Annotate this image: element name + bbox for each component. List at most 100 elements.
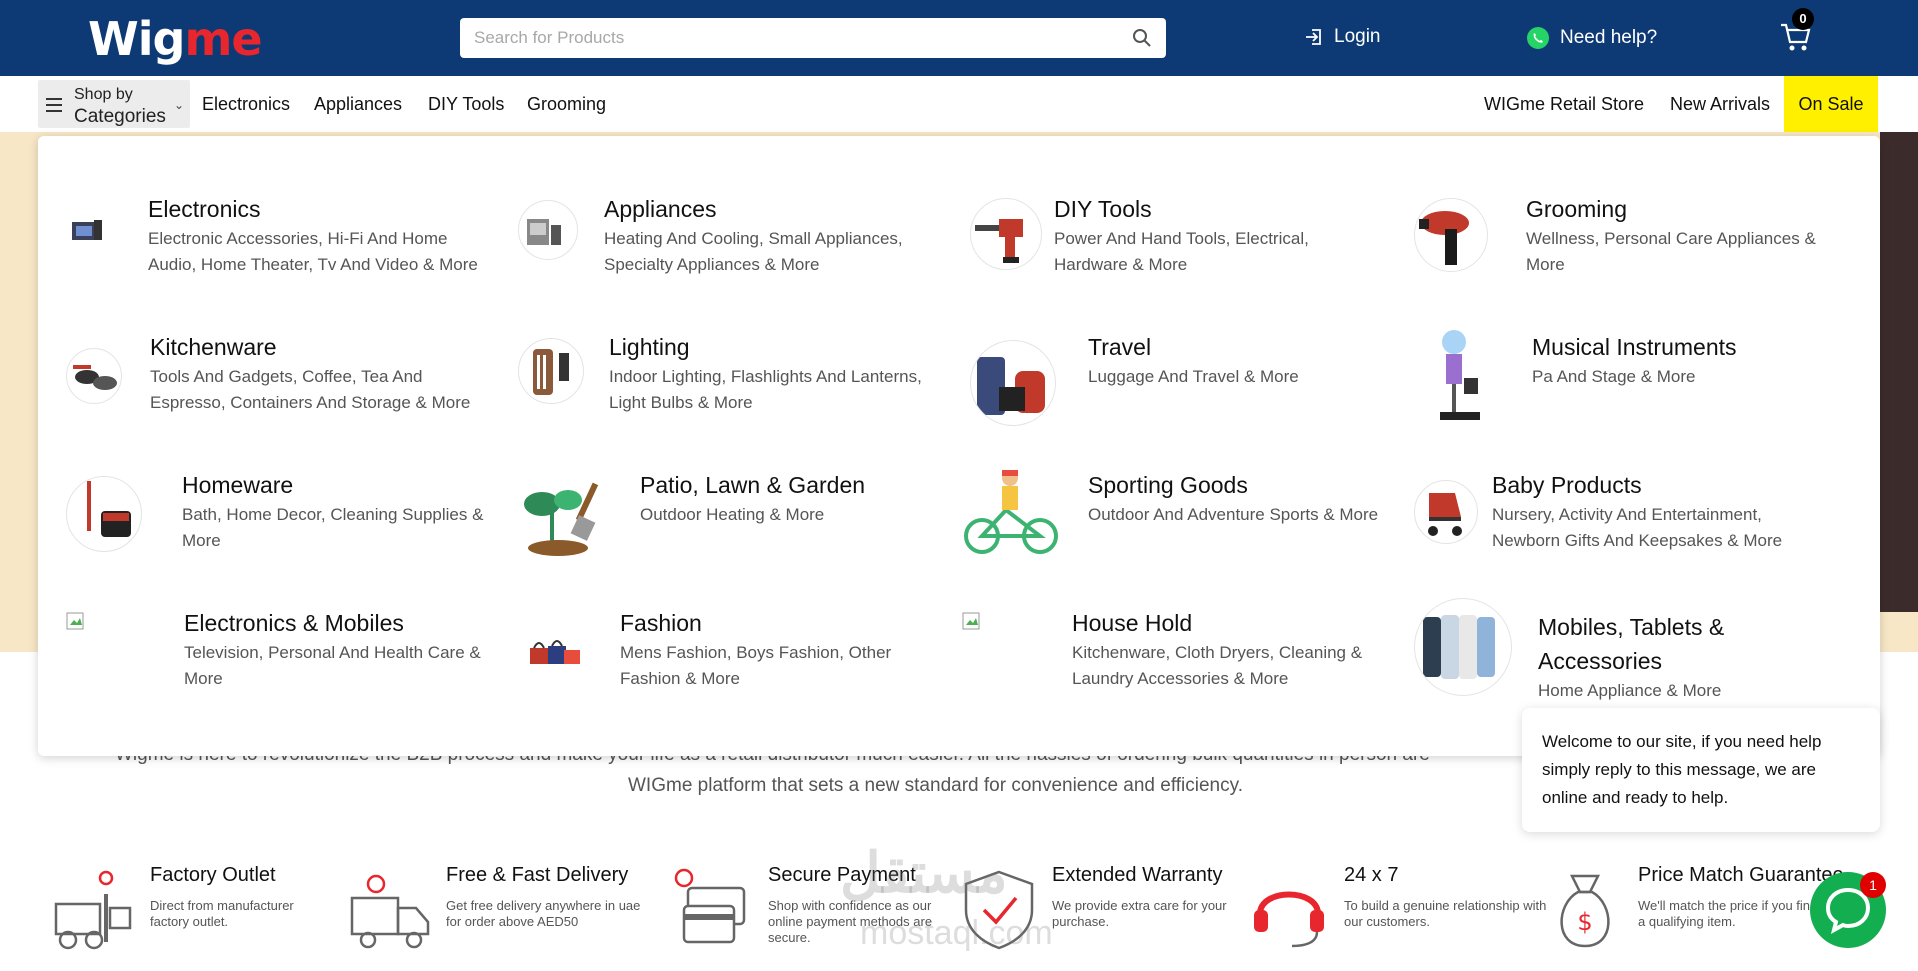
category-description: Nursery, Activity And Entertainment, New… bbox=[1492, 505, 1783, 550]
feature-description: To build a genuine relationship with our… bbox=[1344, 898, 1547, 929]
category-description: Indoor Lighting, Flashlights And Lantern… bbox=[609, 367, 922, 412]
category-title: Sporting Goods bbox=[1088, 472, 1248, 498]
top-header: Wigme Login Need help? 0 bbox=[0, 0, 1918, 76]
category-electronics-mobiles[interactable]: Electronics & Mobiles Television, Person… bbox=[66, 604, 546, 714]
luggage-icon bbox=[970, 340, 1056, 426]
category-baby-products[interactable]: Baby Products Nursery, Activity And Ente… bbox=[1414, 466, 1874, 576]
watermark-arabic: مستقل bbox=[840, 841, 1008, 904]
cart-count-badge: 0 bbox=[1792, 8, 1814, 30]
chat-notification-badge: 1 bbox=[1860, 872, 1886, 898]
category-title: Appliances bbox=[604, 196, 717, 222]
login-link[interactable]: Login bbox=[1304, 26, 1381, 48]
page: { "header": { "logo_part1": "Wig", "logo… bbox=[0, 0, 1918, 971]
svg-text:$: $ bbox=[1577, 908, 1592, 936]
chevron-down-icon: ⌄ bbox=[173, 98, 184, 112]
search-input[interactable] bbox=[460, 18, 1100, 58]
categories-label: Categories bbox=[74, 106, 166, 127]
category-description: Wellness, Personal Care Appliances & Mor… bbox=[1526, 229, 1816, 274]
category-description: Electronic Accessories, Hi-Fi And Home A… bbox=[148, 229, 478, 274]
electronics-icon bbox=[66, 190, 148, 272]
shop-by-categories-button[interactable]: Shop by Categories ⌄ bbox=[38, 80, 190, 128]
category-sporting-goods[interactable]: Sporting Goods Outdoor And Adventure Spo… bbox=[962, 466, 1402, 576]
hair-dryer-icon bbox=[1414, 198, 1488, 272]
category-lighting[interactable]: Lighting Indoor Lighting, Flashlights An… bbox=[518, 328, 958, 438]
shop-by-label: Shop by bbox=[74, 86, 133, 103]
category-description: Pa And Stage & More bbox=[1532, 367, 1696, 386]
handbags-icon bbox=[528, 634, 584, 674]
category-title: Mobiles, Tablets & Accessories bbox=[1538, 614, 1725, 674]
feature-description: Get free delivery anywhere in uae for or… bbox=[446, 898, 641, 929]
category-fashion[interactable]: Fashion Mens Fashion, Boys Fashion, Othe… bbox=[528, 604, 968, 714]
appliances-icon bbox=[518, 200, 578, 260]
truck-icon bbox=[350, 874, 430, 949]
whatsapp-icon bbox=[1527, 27, 1549, 49]
category-title: House Hold bbox=[1072, 610, 1193, 636]
search-bar bbox=[460, 18, 1166, 58]
feature-description: We'll match the price if you find a qual… bbox=[1638, 898, 1818, 929]
category-description: Bath, Home Decor, Cleaning Supplies & Mo… bbox=[182, 505, 484, 550]
category-description: Outdoor Heating & More bbox=[640, 505, 825, 524]
category-title: Baby Products bbox=[1492, 472, 1642, 498]
category-electronics[interactable]: Electronics Electronic Accessories, Hi-F… bbox=[66, 190, 506, 300]
login-icon bbox=[1306, 29, 1321, 45]
category-title: Fashion bbox=[620, 610, 702, 636]
watermark-url: mostaql.com bbox=[860, 914, 1053, 952]
kitchenware-icon bbox=[66, 348, 122, 404]
hero-banner-edge bbox=[1880, 132, 1918, 612]
category-description: Heating And Cooling, Small Appliances, S… bbox=[604, 229, 903, 274]
login-label: Login bbox=[1334, 26, 1381, 47]
broken-image-icon bbox=[962, 612, 982, 632]
feature-title: Free & Fast Delivery bbox=[446, 864, 629, 886]
smartphones-icon bbox=[1414, 598, 1512, 696]
category-title: Musical Instruments bbox=[1532, 334, 1737, 360]
feature-description: Direct from manufacturer factory outlet. bbox=[150, 898, 294, 929]
search-icon[interactable] bbox=[1132, 28, 1152, 48]
category-grooming[interactable]: Grooming Wellness, Personal Care Applian… bbox=[1414, 190, 1854, 300]
nav-link-appliances[interactable]: Appliances bbox=[314, 94, 402, 115]
category-kitchenware[interactable]: Kitchenware Tools And Gadgets, Coffee, T… bbox=[66, 328, 506, 438]
chat-welcome-bubble[interactable]: Welcome to our site, if you need help si… bbox=[1522, 708, 1880, 832]
money-bag-icon: $ bbox=[1560, 874, 1610, 948]
nav-link-diy-tools[interactable]: DIY Tools bbox=[428, 94, 504, 115]
category-description: Home Appliance & More bbox=[1538, 681, 1722, 700]
bicycle-icon bbox=[962, 466, 1062, 560]
category-title: Lighting bbox=[609, 334, 690, 360]
category-nav-bar: Shop by Categories ⌄ Electronics Applian… bbox=[0, 76, 1918, 132]
feature-title: Extended Warranty bbox=[1052, 864, 1223, 886]
broken-image-icon bbox=[66, 612, 86, 632]
drill-icon bbox=[970, 198, 1042, 270]
forklift-icon bbox=[54, 870, 132, 950]
category-description: Power And Hand Tools, Electrical, Hardwa… bbox=[1054, 229, 1309, 274]
wigme-logo[interactable]: Wigme bbox=[88, 12, 263, 66]
credit-card-icon bbox=[674, 868, 746, 944]
intro-text-line2: WIGme platform that sets a new standard … bbox=[628, 775, 1243, 796]
category-house-hold[interactable]: House Hold Kitchenware, Cloth Dryers, Cl… bbox=[962, 604, 1402, 714]
category-patio-lawn-garden[interactable]: Patio, Lawn & Garden Outdoor Heating & M… bbox=[518, 466, 958, 576]
category-description: Tools And Gadgets, Coffee, Tea And Espre… bbox=[150, 367, 471, 412]
mop-bucket-icon bbox=[66, 476, 142, 552]
need-help-link[interactable]: Need help? bbox=[1526, 26, 1657, 50]
category-title: Grooming bbox=[1526, 196, 1627, 222]
garden-icon bbox=[518, 474, 612, 558]
lighting-icon bbox=[518, 338, 584, 404]
category-travel[interactable]: Travel Luggage And Travel & More bbox=[970, 328, 1410, 438]
category-description: Luggage And Travel & More bbox=[1088, 367, 1299, 386]
nav-link-retail-store[interactable]: WIGme Retail Store bbox=[1484, 94, 1644, 115]
category-title: Electronics bbox=[148, 196, 261, 222]
nav-link-new-arrivals[interactable]: New Arrivals bbox=[1670, 94, 1770, 115]
category-musical-instruments[interactable]: Musical Instruments Pa And Stage & More bbox=[1414, 328, 1854, 438]
category-title: Homeware bbox=[182, 472, 294, 498]
nav-link-grooming[interactable]: Grooming bbox=[527, 94, 606, 115]
headset-icon bbox=[1254, 891, 1324, 948]
stroller-icon bbox=[1414, 480, 1478, 544]
nav-link-electronics[interactable]: Electronics bbox=[202, 94, 290, 115]
feature-description: We provide extra care for your purchase. bbox=[1052, 898, 1227, 929]
hamburger-menu-icon bbox=[46, 98, 62, 112]
category-diy-tools[interactable]: DIY Tools Power And Hand Tools, Electric… bbox=[970, 190, 1410, 300]
category-homeware[interactable]: Homeware Bath, Home Decor, Cleaning Supp… bbox=[66, 466, 546, 576]
feature-title: 24 x 7 bbox=[1344, 864, 1399, 886]
nav-link-on-sale[interactable]: On Sale bbox=[1784, 76, 1878, 132]
category-appliances[interactable]: Appliances Heating And Cooling, Small Ap… bbox=[518, 190, 958, 300]
category-description: Outdoor And Adventure Sports & More bbox=[1088, 505, 1379, 524]
categories-mega-menu: Electronics Electronic Accessories, Hi-F… bbox=[38, 136, 1880, 756]
